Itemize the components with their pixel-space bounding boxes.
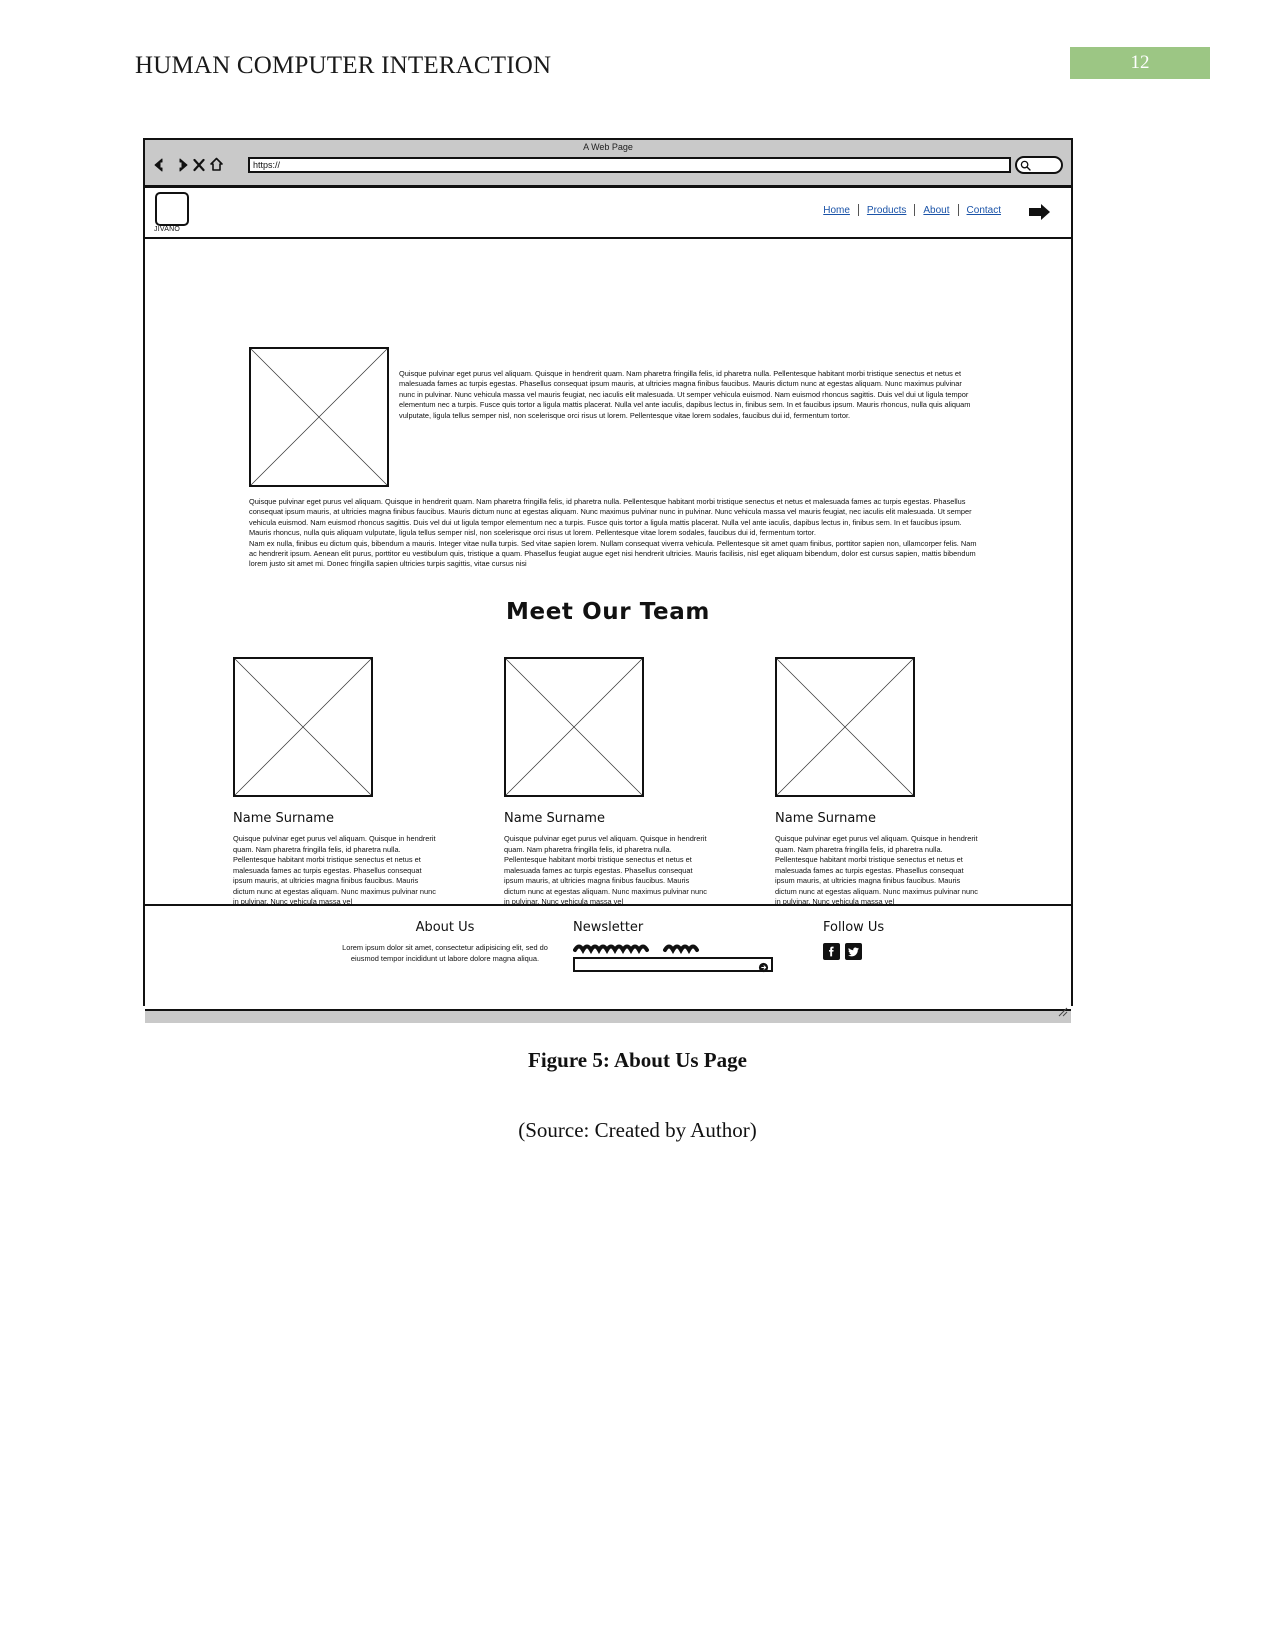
nav-link-about[interactable]: About [915, 205, 957, 216]
social-links [823, 943, 1023, 965]
footer-follow-column: Follow Us [823, 920, 1023, 965]
team-section-heading: Meet Our Team [506, 599, 710, 625]
team-member-bio: Quisque pulvinar eget purus vel aliquam.… [775, 834, 978, 906]
footer-about-title: About Us [415, 920, 475, 935]
page-number-badge: 12 [1070, 47, 1210, 79]
footer-about-text: Lorem ipsum dolor sit amet, consectetur … [342, 943, 548, 963]
url-input[interactable]: https:// [248, 157, 1011, 173]
browser-window-mockup: A Web Page https:// JIVANO Home Products… [143, 138, 1073, 1023]
submit-arrow-icon[interactable] [758, 960, 769, 978]
team-member-list: Name Surname Quisque pulvinar eget purus… [233, 657, 985, 906]
team-member-card: Name Surname Quisque pulvinar eget purus… [504, 657, 714, 906]
nav-link-home[interactable]: Home [815, 205, 858, 216]
site-navbar: JIVANO Home Products About Contact [145, 188, 1071, 239]
page-content: Quisque pulvinar eget purus vel aliquam.… [145, 239, 1071, 906]
hero-image-placeholder [249, 347, 389, 487]
nav-link-contact[interactable]: Contact [959, 205, 1009, 216]
close-x-icon[interactable] [193, 158, 205, 172]
team-photo-placeholder [233, 657, 373, 797]
back-arrow-icon[interactable] [153, 158, 169, 172]
resize-grip-icon[interactable] [1058, 1004, 1068, 1022]
page-title: HUMAN COMPUTER INTERACTION [135, 52, 552, 79]
nav-link-products[interactable]: Products [859, 205, 914, 216]
document-header: HUMAN COMPUTER INTERACTION 12 [0, 47, 1275, 86]
team-member-bio: Quisque pulvinar eget purus vel aliquam.… [233, 834, 436, 906]
forward-arrow-icon[interactable] [173, 158, 189, 172]
main-body-text: Quisque pulvinar eget purus vel aliquam.… [249, 497, 977, 570]
browser-controls [153, 157, 224, 172]
browser-search-box[interactable] [1015, 156, 1063, 174]
footer-newsletter-column: Newsletter [573, 920, 813, 973]
facebook-icon[interactable] [823, 943, 840, 965]
source-caption: (Source: Created by Author) [518, 1118, 757, 1142]
hero-paragraph: Quisque pulvinar eget purus vel aliquam.… [399, 369, 971, 420]
site-footer: About Us Lorem ipsum dolor sit amet, con… [145, 906, 1071, 1011]
team-member-name: Name Surname [504, 811, 605, 826]
window-status-bar [145, 1007, 1071, 1023]
footer-about-column: About Us Lorem ipsum dolor sit amet, con… [325, 920, 565, 964]
footer-follow-title: Follow Us [823, 920, 885, 935]
twitter-icon[interactable] [845, 943, 862, 965]
body-paragraph-1: Quisque pulvinar eget purus vel aliquam.… [249, 497, 972, 538]
body-paragraph-2: Nam ex nulla, finibus eu dictum quis, bi… [249, 538, 977, 569]
site-logo-label: JIVANO [154, 226, 180, 233]
newsletter-email-input[interactable] [573, 957, 773, 973]
team-member-name: Name Surname [775, 811, 876, 826]
team-member-card: Name Surname Quisque pulvinar eget purus… [775, 657, 985, 906]
team-photo-placeholder [775, 657, 915, 797]
newsletter-scribble-text [573, 941, 813, 955]
team-member-name: Name Surname [233, 811, 334, 826]
browser-window-title: A Web Page [583, 142, 633, 152]
login-arrow-icon[interactable] [1027, 200, 1053, 229]
nav-links: Home Products About Contact [815, 204, 1009, 216]
footer-newsletter-title: Newsletter [573, 920, 644, 935]
home-icon[interactable] [209, 157, 224, 172]
team-member-bio: Quisque pulvinar eget purus vel aliquam.… [504, 834, 707, 906]
team-photo-placeholder [504, 657, 644, 797]
figure-caption: Figure 5: About Us Page [528, 1048, 747, 1072]
team-member-card: Name Surname Quisque pulvinar eget purus… [233, 657, 443, 906]
browser-chrome: A Web Page https:// [145, 140, 1071, 188]
site-logo[interactable] [155, 192, 189, 226]
